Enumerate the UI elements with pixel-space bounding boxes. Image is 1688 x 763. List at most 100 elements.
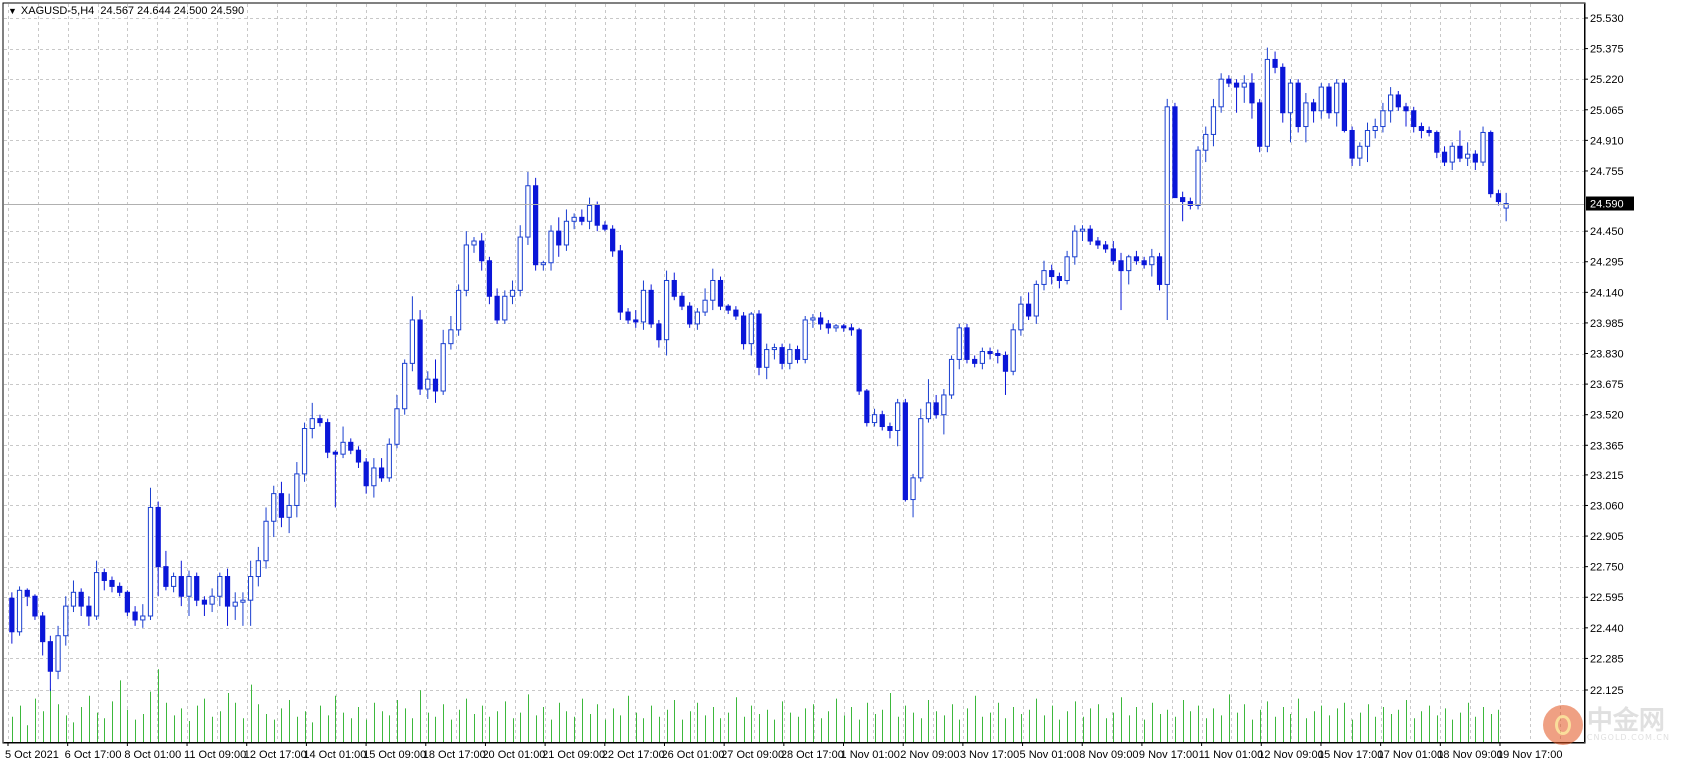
candle-body-bull <box>941 394 947 416</box>
candle-body-bear <box>1418 126 1425 131</box>
candle-body-bull <box>271 493 277 522</box>
candle-body-bear <box>717 279 724 307</box>
candle <box>417 310 423 395</box>
time-tick-label: 5 Oct 2021 <box>5 749 59 761</box>
candle-body-bear <box>656 323 662 341</box>
candle-body-bear <box>671 279 677 297</box>
price-tick-label: 24.140 <box>1590 287 1624 299</box>
candle-body-bear <box>1411 110 1417 128</box>
candle <box>964 323 970 364</box>
candle-body-bull <box>1287 82 1294 114</box>
candle <box>756 310 762 376</box>
candle-body-bear <box>278 493 285 518</box>
candle-body-bull <box>1334 82 1340 114</box>
candle <box>864 389 870 427</box>
candle <box>1195 146 1201 210</box>
candle <box>1480 126 1486 167</box>
time-axis[interactable]: 5 Oct 2021 6 Oct 17:00 8 Oct 01:00 11 Oct 0… <box>4 742 1584 761</box>
candle-body-bull <box>286 504 292 518</box>
candle-body-bull <box>386 443 392 479</box>
candle-body-bull <box>979 351 985 364</box>
candle-body-bull <box>1072 230 1078 258</box>
candle <box>617 244 623 320</box>
candle-body-bear <box>109 579 115 587</box>
time-tick-label: 3 Nov 17:00 <box>960 749 1019 761</box>
candle-body-bull <box>948 358 955 396</box>
time-tick-label: 6 Oct 17:00 <box>65 749 122 761</box>
candle-body-bear <box>1056 276 1063 281</box>
candle-body-bull <box>1241 82 1247 88</box>
price-tick-label: 22.440 <box>1590 623 1624 635</box>
candle <box>648 284 654 328</box>
candle-body-bear <box>556 230 562 246</box>
candle-body-bear <box>1095 240 1101 246</box>
watermark-text: 中金网 <box>1586 706 1665 736</box>
candle-body-bull <box>802 319 808 360</box>
price-tick-label: 23.520 <box>1590 410 1624 422</box>
time-tick-label: 12 Oct 17:00 <box>244 749 307 761</box>
candle-body-bear <box>1272 58 1278 68</box>
candle-body-bull <box>16 589 23 633</box>
candle-body-bull <box>540 262 546 266</box>
candle-body-bull <box>1079 228 1086 232</box>
candle-body-bear <box>355 449 362 463</box>
time-tick-label: 15 Nov 17:00 <box>1318 749 1383 761</box>
price-tick-label: 22.905 <box>1590 531 1624 543</box>
candle <box>717 276 724 311</box>
price-tick-label: 22.750 <box>1590 562 1624 574</box>
price-tick-label: 24.450 <box>1590 226 1624 238</box>
candle <box>402 359 408 415</box>
candle-body-bull <box>170 576 177 587</box>
candle-body-bull <box>1449 145 1455 163</box>
candle-body-bull <box>463 244 469 291</box>
candle-body-bear <box>325 422 331 453</box>
candle-body-bear <box>1249 82 1255 104</box>
candle-body-bear <box>417 319 423 390</box>
candle-body-bear <box>1226 78 1232 84</box>
candle-body-bull <box>217 576 223 597</box>
time-tick-label: 2 Nov 09:00 <box>900 749 959 761</box>
candle-body-bull <box>1380 110 1386 128</box>
candle <box>740 312 747 350</box>
candle-body-bull <box>1210 106 1217 135</box>
candle-body-bull <box>425 378 431 390</box>
candle-body-bull <box>1318 86 1324 112</box>
candle-body-bull <box>309 418 315 430</box>
candle-body-bear <box>633 319 639 323</box>
candle <box>918 408 924 482</box>
candle-body-bear <box>1326 86 1332 114</box>
candle <box>32 594 38 620</box>
candle-body-bull <box>186 576 192 597</box>
candle <box>1488 130 1494 198</box>
candle-body-bull <box>694 311 700 325</box>
candle-body-bear <box>794 349 801 360</box>
time-tick-label: 21 Oct 09:00 <box>542 749 605 761</box>
candle-body-bear <box>486 260 493 297</box>
candle-body-bear <box>1488 131 1494 195</box>
time-tick-label: 12 Nov 09:00 <box>1258 749 1323 761</box>
candle-body-bear <box>1395 94 1401 108</box>
candle-body-bull <box>371 467 377 487</box>
candle-body-bear <box>733 309 739 317</box>
candle-body-bear <box>132 611 138 621</box>
price-axis[interactable]: 25.530 25.375 25.220 25.065 24.910 24.755 24.5… <box>1584 4 1634 742</box>
candle-body-bull <box>1480 131 1486 163</box>
candle-body-bull <box>502 295 508 321</box>
candle-body-bull <box>1357 145 1363 159</box>
candle-body-bull <box>548 230 554 264</box>
price-tick-label: 23.830 <box>1590 349 1624 361</box>
candle-body-bear <box>648 289 654 325</box>
candle-body-bear <box>1002 354 1009 372</box>
time-tick-label: 19 Nov 17:00 <box>1497 749 1562 761</box>
price-chart[interactable]: 25.530 25.375 25.220 25.065 24.910 24.755 24.5… <box>0 0 1688 763</box>
candle-body-bull <box>263 520 269 562</box>
candle-body-bull <box>1018 303 1024 331</box>
candle <box>1156 252 1163 291</box>
collapse-arrow-icon[interactable]: ▼ <box>8 6 17 16</box>
candle-body-bear <box>617 250 623 313</box>
time-tick-label: 11 Oct 09:00 <box>184 749 246 761</box>
time-tick-label: 15 Oct 09:00 <box>363 749 426 761</box>
candle-body-bear <box>1141 260 1147 266</box>
candle <box>124 590 131 616</box>
candle <box>325 418 331 459</box>
